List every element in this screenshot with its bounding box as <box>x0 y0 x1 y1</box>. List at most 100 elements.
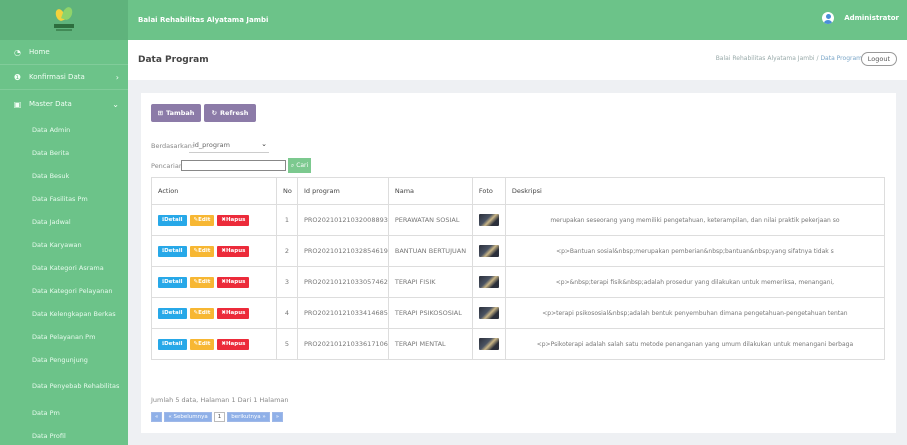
delete-button[interactable]: ✖ Hapus <box>217 214 250 226</box>
delete-button[interactable]: ✖ Hapus <box>217 338 250 350</box>
table-row: ℹ Detail ✎ Edit ✖ Hapus 4 PRO20210121033414… <box>151 297 886 329</box>
page-first-button[interactable]: « <box>151 412 163 422</box>
program-table: Action No Id program Nama Foto Deskripsi… <box>151 177 886 360</box>
nav-master-label: Master Data <box>29 100 72 108</box>
header-action: Action <box>151 177 277 205</box>
filter-by-select[interactable]: id_program ⌄ <box>189 137 269 153</box>
cell-deskripsi: <p>&nbsp;terapi fisik&nbsp;adalah prosed… <box>504 266 886 298</box>
program-photo[interactable] <box>478 276 499 288</box>
info-icon: ❶ <box>13 72 22 82</box>
sidebar-item-data-besuk[interactable]: Data Besuk <box>0 164 128 187</box>
sidebar-item-data-berita[interactable]: Data Berita <box>0 141 128 164</box>
cell-id-program: PRO20210121032008893 <box>297 204 389 236</box>
cell-no: 2 <box>276 235 298 267</box>
chevron-down-icon: ⌄ <box>261 140 267 148</box>
program-photo[interactable] <box>478 307 499 319</box>
page-title: Data Program <box>138 55 209 65</box>
delete-button[interactable]: ✖ Hapus <box>217 276 250 288</box>
row-actions: ℹ Detail ✎ Edit ✖ Hapus <box>151 235 277 267</box>
nav-konfirmasi-label: Konfirmasi Data <box>29 73 85 81</box>
page-current[interactable]: 1 <box>213 412 226 422</box>
pagination-summary: Jumlah 5 data, Halaman 1 Dari 1 Halaman <box>151 396 289 404</box>
edit-button[interactable]: ✎ Edit <box>189 276 215 288</box>
nav-home-label: Home <box>29 48 50 56</box>
cell-foto <box>471 235 506 267</box>
detail-button[interactable]: ℹ Detail <box>158 307 187 319</box>
cell-nama: TERAPI MENTAL <box>387 328 473 360</box>
sidebar-item-data-kategori-pelayanan[interactable]: Data Kategori Pelayanan <box>0 279 128 302</box>
edit-button[interactable]: ✎ Edit <box>189 245 215 257</box>
sidebar-item-data-pengunjung[interactable]: Data Pengunjung <box>0 348 128 371</box>
sidebar-item-data-profil[interactable]: Data Profil <box>0 424 128 445</box>
topbar: Balai Rehabilitas Alyatama Jambi Adminis… <box>128 0 907 40</box>
sidebar-item-data-admin[interactable]: Data Admin <box>0 118 128 141</box>
page-header: Data Program Balai Rehabilitas Alyatama … <box>128 40 907 80</box>
plus-icon: ⊞ <box>157 109 164 117</box>
logout-button[interactable]: Logout <box>860 52 897 66</box>
program-photo[interactable] <box>478 338 499 350</box>
add-button[interactable]: ⊞ Tambah <box>151 104 201 122</box>
sidebar: ◔ Home ❶ Konfirmasi Data › ▣ Master Data… <box>0 0 128 445</box>
filter-by-label: Berdasarkan: <box>151 142 195 150</box>
header-id-program: Id program <box>297 177 389 205</box>
header-foto: Foto <box>471 177 506 205</box>
sidebar-item-data-kategori-asrama[interactable]: Data Kategori Asrama <box>0 256 128 279</box>
page-last-button[interactable]: » <box>271 412 284 422</box>
row-actions: ℹ Detail ✎ Edit ✖ Hapus <box>151 297 277 329</box>
sidebar-item-data-pm[interactable]: Data Pm <box>0 401 128 424</box>
cell-foto <box>471 297 506 329</box>
program-photo[interactable] <box>478 214 499 226</box>
row-actions: ℹ Detail ✎ Edit ✖ Hapus <box>151 266 277 298</box>
sidebar-item-data-penyebab-rehabilitas[interactable]: Data Penyebab Rehabilitas <box>0 371 128 401</box>
cell-nama: TERAPI FISIK <box>387 266 473 298</box>
cell-no: 5 <box>276 328 298 360</box>
user-avatar-icon <box>822 12 835 24</box>
app-logo[interactable] <box>53 5 75 33</box>
cell-id-program: PRO20210121032854619 <box>297 235 389 267</box>
page-next-button[interactable]: berikutnya » <box>227 412 270 422</box>
chevron-right-icon: › <box>115 72 119 82</box>
breadcrumb: Balai Rehabilitas Alyatama Jambi / Data … <box>715 55 862 62</box>
cell-no: 1 <box>276 204 298 236</box>
table-row: ℹ Detail ✎ Edit ✖ Hapus 1 PRO20210121032008… <box>151 204 886 236</box>
user-menu[interactable]: Administrator <box>822 12 899 24</box>
cell-no: 3 <box>276 266 298 298</box>
page-prev-button[interactable]: « Sebelumnya <box>164 412 212 422</box>
detail-button[interactable]: ℹ Detail <box>158 245 187 257</box>
breadcrumb-home[interactable]: Balai Rehabilitas Alyatama Jambi <box>716 55 815 62</box>
sidebar-item-data-pelayanan-pm[interactable]: Data Pelayanan Pm <box>0 325 128 348</box>
detail-button[interactable]: ℹ Detail <box>158 214 187 226</box>
edit-button[interactable]: ✎ Edit <box>189 338 215 350</box>
cell-foto <box>471 204 506 236</box>
detail-button[interactable]: ℹ Detail <box>158 338 187 350</box>
sidebar-item-data-karyawan[interactable]: Data Karyawan <box>0 233 128 256</box>
brand-title: Balai Rehabilitas Alyatama Jambi <box>138 16 269 24</box>
delete-button[interactable]: ✖ Hapus <box>217 245 250 257</box>
edit-button[interactable]: ✎ Edit <box>189 307 215 319</box>
dashboard-icon: ◔ <box>14 47 21 57</box>
header-no: No <box>276 177 298 205</box>
sidebar-item-data-fasilitas-pm[interactable]: Data Fasilitas Pm <box>0 187 128 210</box>
nav-master-data[interactable]: ▣ Master Data ⌄ <box>0 90 128 118</box>
sidebar-item-data-jadwal[interactable]: Data Jadwal <box>0 210 128 233</box>
row-actions: ℹ Detail ✎ Edit ✖ Hapus <box>151 204 277 236</box>
cell-deskripsi: <p>Bantuan sosial&nbsp;merupakan pemberi… <box>504 235 886 267</box>
refresh-button[interactable]: ↻ Refresh <box>204 104 256 122</box>
cell-no: 4 <box>276 297 298 329</box>
search-input[interactable] <box>181 160 286 171</box>
table-row: ℹ Detail ✎ Edit ✖ Hapus 3 PRO20210121033057… <box>151 266 886 298</box>
cell-foto <box>471 328 506 360</box>
nav-home[interactable]: ◔ Home <box>0 40 128 65</box>
cell-deskripsi: <p>terapi psikososial&nbsp;adalah bentuk… <box>504 297 886 329</box>
detail-button[interactable]: ℹ Detail <box>158 276 187 288</box>
nav-konfirmasi[interactable]: ❶ Konfirmasi Data › <box>0 65 128 90</box>
sidebar-item-data-kelengkapan-berkas[interactable]: Data Kelengkapan Berkas <box>0 302 128 325</box>
delete-button[interactable]: ✖ Hapus <box>217 307 250 319</box>
pagination: « « Sebelumnya 1 berikutnya » » <box>151 412 284 422</box>
program-photo[interactable] <box>478 245 499 257</box>
search-icon: ⌕ <box>290 161 295 169</box>
edit-button[interactable]: ✎ Edit <box>189 214 215 226</box>
header-nama: Nama <box>387 177 473 205</box>
user-name: Administrator <box>844 14 899 22</box>
search-button[interactable]: ⌕ Cari <box>288 158 311 173</box>
